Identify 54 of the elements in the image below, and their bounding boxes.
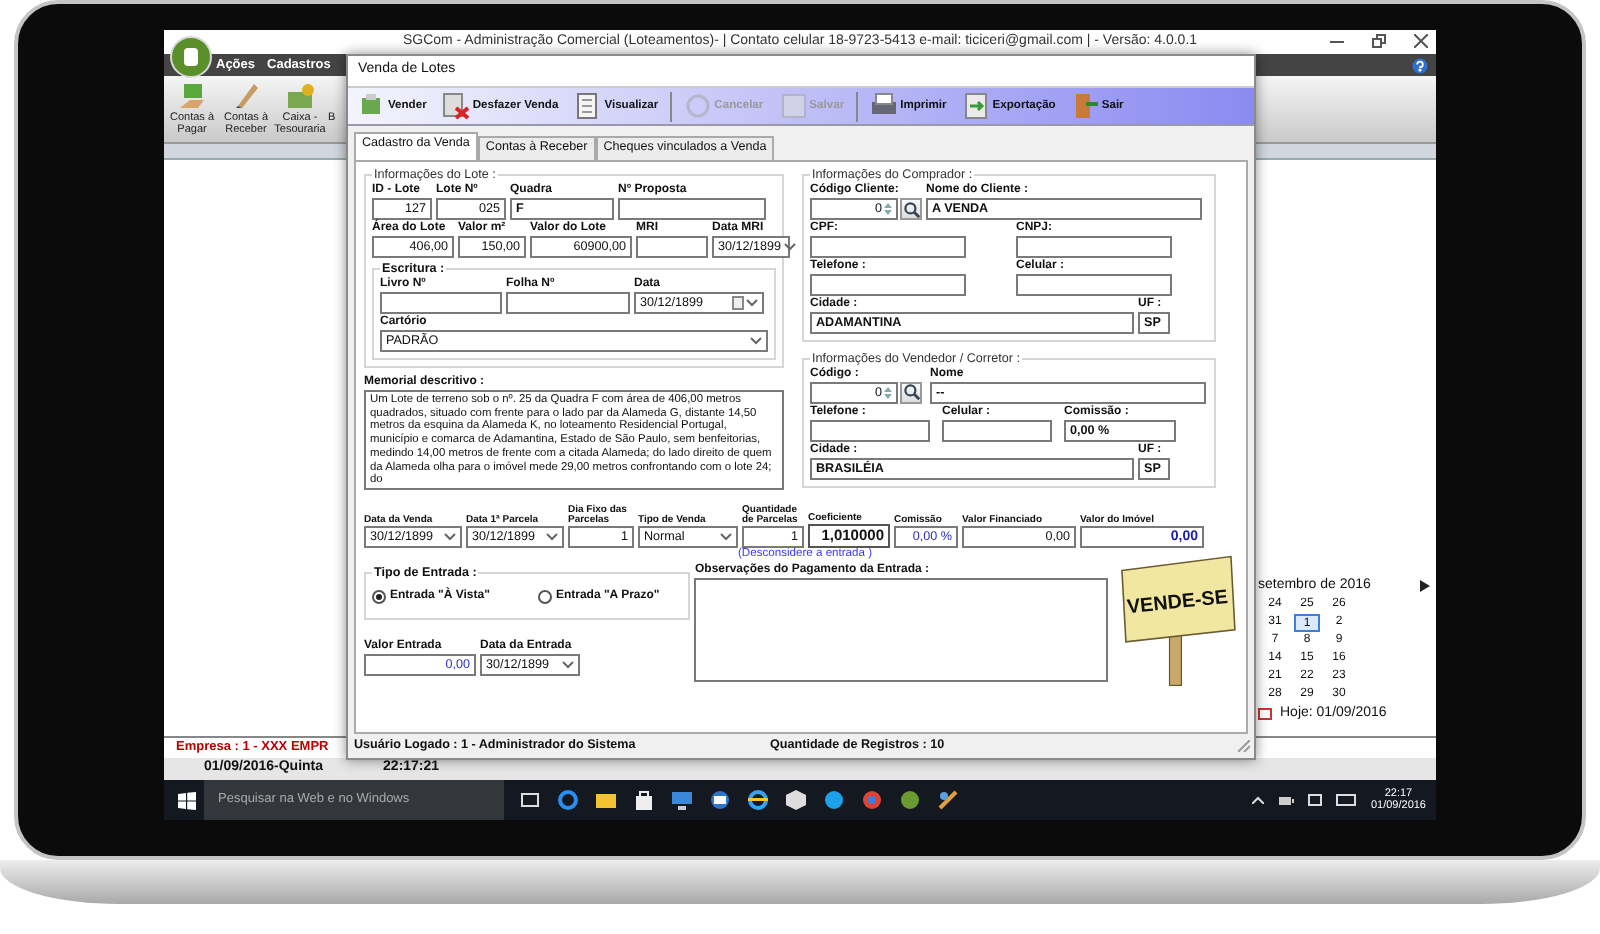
sign-text: VENDE-SE: [1125, 586, 1229, 619]
caret-icon: [720, 531, 732, 542]
chevron-up-icon[interactable]: [1252, 796, 1265, 804]
close-icon[interactable]: [1414, 34, 1428, 48]
text-field[interactable]: [506, 292, 630, 315]
caret-icon: [546, 531, 558, 542]
text-field[interactable]: [810, 273, 966, 296]
text-field[interactable]: [942, 419, 1052, 442]
help-icon[interactable]: [1412, 57, 1428, 73]
text-field[interactable]: [636, 236, 708, 259]
exit-icon: [1071, 92, 1100, 120]
app-icon[interactable]: [900, 790, 920, 810]
message-icon[interactable]: [1308, 793, 1323, 807]
radio-button[interactable]: [537, 589, 552, 604]
calendar-icon: [732, 296, 744, 311]
spin-arrows-icon: [884, 385, 892, 400]
signpost-drawing: [1120, 554, 1235, 686]
text-field[interactable]: [810, 236, 966, 259]
shopping-bag-icon[interactable]: [634, 790, 654, 810]
caret-icon: [746, 298, 758, 309]
monitor-icon[interactable]: [672, 790, 692, 810]
caret-icon: [562, 659, 574, 670]
paint-icon[interactable]: [938, 790, 958, 810]
today-box-icon: [1258, 707, 1272, 720]
printer-icon: [870, 92, 899, 120]
search-icon: [903, 384, 919, 401]
resize-grip-icon[interactable]: [1238, 740, 1250, 752]
keyboard-icon[interactable]: [1336, 794, 1357, 806]
cancel-icon: [684, 92, 713, 120]
caret-icon: [750, 336, 762, 347]
windows-logo-icon[interactable]: [178, 791, 196, 809]
task-view-icon[interactable]: [520, 790, 540, 810]
delete-icon: [442, 92, 471, 120]
cube-icon[interactable]: [786, 790, 806, 810]
text-field[interactable]: [380, 292, 502, 315]
notes-field[interactable]: [694, 577, 1108, 682]
search-button[interactable]: [900, 381, 922, 404]
caret-icon: [444, 531, 456, 542]
text-field[interactable]: [1016, 236, 1172, 259]
folder-icon[interactable]: [596, 790, 616, 810]
restore-icon[interactable]: [1372, 34, 1386, 48]
search-icon: [903, 201, 919, 218]
save-icon: [779, 92, 808, 120]
spin-arrows-icon: [884, 202, 892, 217]
text-field[interactable]: [618, 198, 766, 221]
battery-icon[interactable]: [1278, 795, 1295, 805]
radio-button[interactable]: [372, 589, 386, 604]
search-button[interactable]: [900, 198, 922, 221]
arrow-right-icon[interactable]: [1420, 579, 1430, 592]
text-field[interactable]: [810, 419, 930, 442]
caret-icon: [783, 242, 796, 253]
document-icon: [574, 92, 603, 120]
export-icon: [962, 92, 991, 120]
text-field[interactable]: [1016, 273, 1172, 296]
